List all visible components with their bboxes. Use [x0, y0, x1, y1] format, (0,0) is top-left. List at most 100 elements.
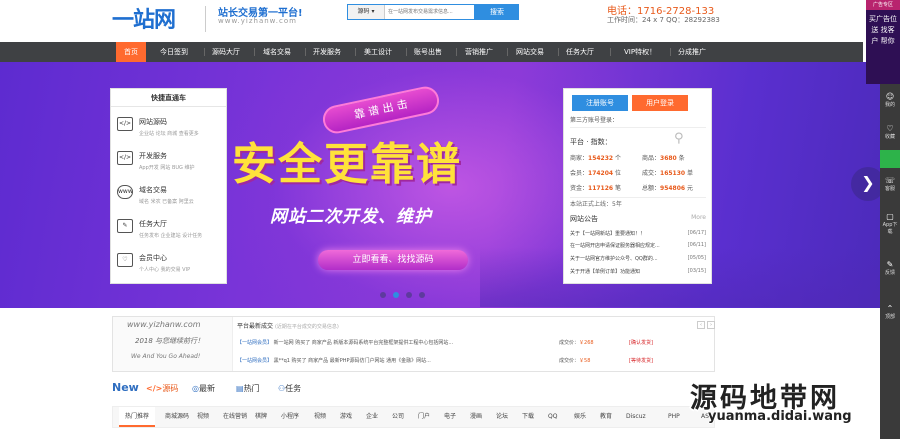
code-icon: </> — [117, 117, 133, 131]
category-tab[interactable]: 娱乐 — [568, 407, 592, 427]
category-tab[interactable]: 视频 — [308, 407, 332, 427]
category-tab[interactable]: 小程序 — [275, 407, 305, 427]
search-button[interactable]: 搜索 — [475, 4, 519, 20]
nav-item-sites[interactable]: 网站交易 — [516, 42, 544, 62]
news-item[interactable]: 在一站网开店申请保证服务器相应规定... [06/11] — [570, 242, 706, 252]
category-tab[interactable]: 棋牌 — [249, 407, 273, 427]
quick-link-source[interactable]: </> 网站源码 企业站 论坛 商城 查看更多 — [117, 115, 222, 149]
category-tab[interactable]: 商城源码 — [159, 407, 195, 427]
carousel-dot-active[interactable] — [393, 292, 399, 298]
nav-item-accounts[interactable]: 账号出售 — [414, 42, 442, 62]
category-tab[interactable]: 下载 — [516, 407, 540, 427]
nav-item-marketing[interactable]: 营销推广 — [465, 42, 493, 62]
category-tab[interactable]: 视频 — [191, 407, 215, 427]
banner-subheadline: 网站二次开发、维护 — [270, 207, 432, 227]
nav-item-affiliate[interactable]: 分成推广 — [678, 42, 706, 62]
category-tab[interactable]: 在线营销 — [217, 407, 253, 427]
tab-label: 任务 — [285, 384, 302, 393]
ticker-next-button[interactable]: › — [707, 321, 715, 329]
category-tab[interactable]: 论坛 — [490, 407, 514, 427]
quick-link-tasks[interactable]: ✎ 任务大厅 任务发布 企业建站 设计任务 — [117, 217, 222, 251]
watermark-url: yuanma.didai.wang — [708, 409, 852, 424]
news-item[interactable]: 关于开通【单例订单】功能通知 [03/15] — [570, 268, 706, 278]
deal-price: 成交价：￥58 — [559, 357, 590, 364]
tab-announcements[interactable]: 网站公告 — [570, 214, 598, 224]
sidebar-item-app[interactable]: ▢ App下载 — [881, 212, 899, 236]
stat-unit: 单 — [687, 170, 694, 177]
stat-unit: 笔 — [615, 185, 622, 192]
task-icon: ✎ — [117, 219, 133, 233]
sidebar-item-favorites[interactable]: ♡ 收藏 — [881, 124, 899, 141]
tab-label: 热门 — [243, 384, 260, 393]
carousel-dot[interactable] — [406, 292, 412, 298]
category-tab-active[interactable]: 热门推荐 — [119, 407, 156, 427]
latest-icon: ◎ — [192, 384, 199, 393]
panel-divider — [570, 197, 706, 198]
sidebar-item-top[interactable]: ⌃ 顶部 — [881, 304, 899, 321]
quick-link-domain[interactable]: www 域名交易 域名 米农 已备案 阿里云 — [117, 183, 222, 217]
nav-item-checkin[interactable]: 今日签到 — [160, 42, 188, 62]
news-title: 关于开通【单例订单】功能通知 — [570, 269, 641, 275]
stat-value: 117126 — [588, 185, 614, 192]
nav-item-tasks[interactable]: 任务大厅 — [566, 42, 594, 62]
tab-label: 最新 — [198, 384, 215, 393]
banner-cta-button[interactable]: 立即看看、找找源码 — [318, 250, 468, 270]
ticker-prev-button[interactable]: ‹ — [697, 321, 705, 329]
carousel-dot[interactable] — [380, 292, 386, 298]
news-item[interactable]: 关于一站网官方维护公众号、QQ群的... [05/05] — [570, 255, 706, 265]
heart-icon: ♡ — [886, 124, 894, 133]
online-chat-button[interactable] — [880, 150, 900, 168]
sidebar-item-label: 收藏 — [884, 134, 895, 140]
more-link[interactable]: More — [691, 214, 706, 221]
quick-link-name: 域名交易 — [139, 186, 167, 194]
tab-tasks[interactable]: ⚇任务 — [278, 383, 301, 394]
nav-item-domain[interactable]: 域名交易 — [263, 42, 291, 62]
nav-item-source[interactable]: 源码大厅 — [212, 42, 240, 62]
sidebar-item-mine[interactable]: ☺ 我的 — [881, 92, 899, 109]
quick-link-sub: 域名 米农 已备案 阿里云 — [139, 199, 194, 205]
app-icon: ▢ — [886, 212, 894, 221]
category-tab[interactable]: 企业 — [360, 407, 384, 427]
news-item[interactable]: 关于【一站网新站】重要通知！！ [06/17] — [570, 230, 706, 240]
category-tab[interactable]: QQ — [542, 407, 563, 427]
main-nav: 首页 今日签到 源码大厅 域名交易 开发服务 美工设计 账号出售 营销推广 网站… — [0, 42, 863, 62]
ticker-slogan-en: We And You Go Ahead! — [131, 353, 201, 360]
category-tab[interactable]: 门户 — [412, 407, 436, 427]
sidebar-item-feedback[interactable]: ✎ 反馈 — [881, 260, 899, 277]
nav-item-home[interactable]: 首页 — [116, 42, 146, 62]
login-button[interactable]: 用户登录 — [632, 95, 688, 111]
news-date: [06/17] — [687, 230, 706, 236]
ticker-slogan: 2018 与您继续前行！ — [135, 337, 205, 345]
register-button[interactable]: 注册账号 — [572, 95, 628, 111]
deal-text: 黑**q1 购买了 商家产品 最新PHP源码仿门户网站 通用《金融》网站... — [273, 358, 431, 364]
stat-value: 3680 — [660, 155, 677, 162]
search-input[interactable] — [388, 5, 474, 19]
sidebar-item-label: 我的 — [884, 102, 895, 108]
tab-source[interactable]: </>源码 — [146, 383, 178, 394]
tab-latest[interactable]: ◎最新 — [192, 383, 215, 394]
nav-item-dev[interactable]: 开发服务 — [313, 42, 341, 62]
category-tab[interactable]: Discuz — [620, 407, 652, 427]
quick-link-member[interactable]: ♡ 会员中心 个人中心 我的交易 VIP — [117, 251, 222, 285]
deal-row[interactable]: 【一站网会员】 黑**q1 购买了 商家产品 最新PHP源码仿门户网站 通用《金… — [237, 357, 712, 367]
search-type-select[interactable]: 源码 ▾ — [348, 5, 385, 19]
carousel-dot[interactable] — [419, 292, 425, 298]
category-tab[interactable]: 电子 — [438, 407, 462, 427]
nav-item-vip[interactable]: VIP特权！ — [624, 42, 656, 62]
sidebar-item-service[interactable]: ☏ 客服 — [881, 176, 899, 193]
stat-products: 商品：3680 条 — [642, 153, 685, 162]
site-logo[interactable]: 一站网 — [112, 2, 198, 34]
deal-row[interactable]: 【一站网会员】 新一站网 购买了 商家产品 新版本源码系统平台完整框架提供工程中… — [237, 339, 712, 349]
category-tab[interactable]: 漫画 — [464, 407, 488, 427]
quick-link-dev[interactable]: </> 开发服务 App开发 网站 BUG 维护 — [117, 149, 222, 183]
stat-unit: 元 — [687, 185, 694, 192]
category-tab[interactable]: 教育 — [594, 407, 618, 427]
news-date: [03/15] — [687, 268, 706, 274]
category-tab[interactable]: PHP — [662, 407, 686, 427]
category-tab[interactable]: 游戏 — [334, 407, 358, 427]
quick-link-sub: 企业站 论坛 商城 查看更多 — [139, 131, 199, 137]
tab-hot[interactable]: ▤热门 — [236, 383, 260, 394]
nav-item-design[interactable]: 美工设计 — [364, 42, 392, 62]
side-advertisement[interactable]: 广告专区 买广告位 送 找客户 帮你 — [866, 0, 900, 84]
category-tab[interactable]: 公司 — [386, 407, 410, 427]
